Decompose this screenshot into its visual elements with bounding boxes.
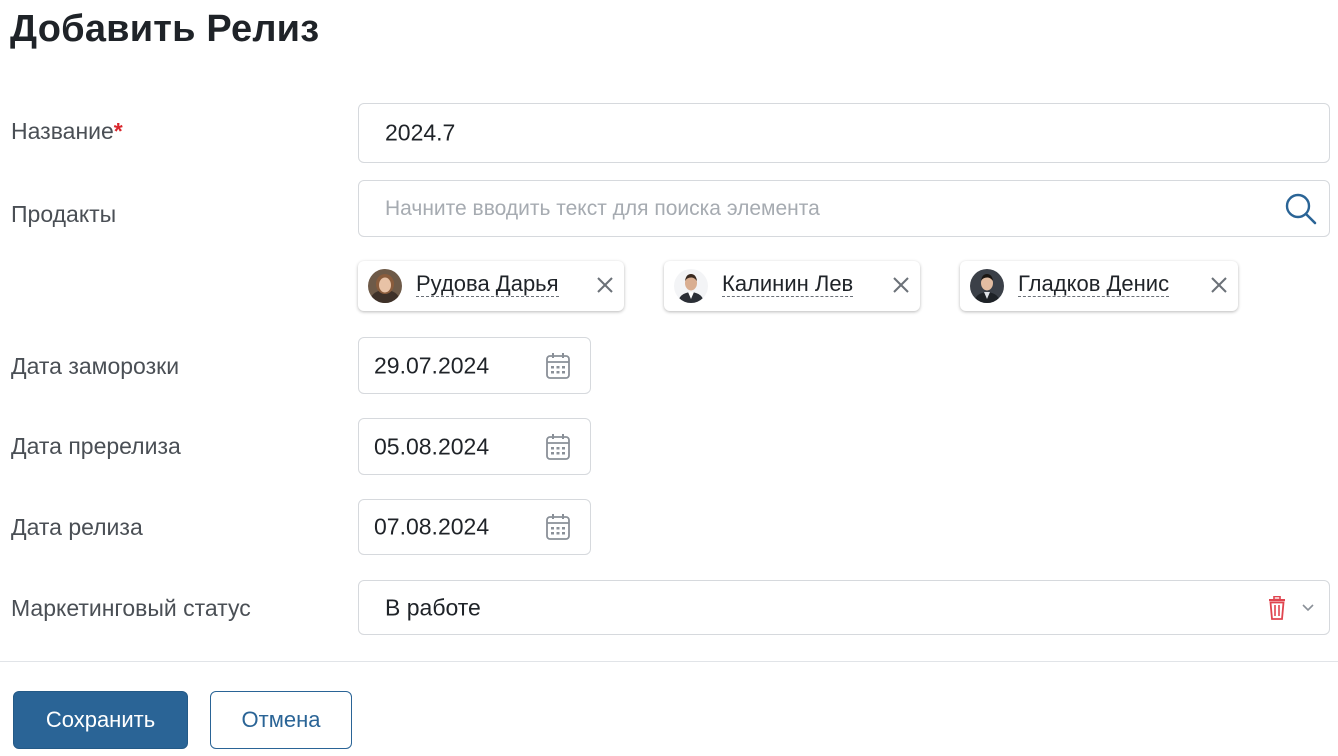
prerelease-date-value: 05.08.2024 [374,433,490,459]
products-label: Продакты [11,201,117,227]
search-icon[interactable] [1283,191,1319,227]
calendar-icon[interactable] [545,513,571,541]
save-button[interactable]: Сохранить [13,691,188,749]
products-search-placeholder: Начните вводить текст для поиска элемент… [385,196,820,220]
product-chip-name[interactable]: Калинин Лев [722,272,854,297]
product-chip-gladkov[interactable]: Гладков Денис [960,261,1238,311]
release-date-value: 07.08.2024 [374,513,490,540]
marketing-status-label: Маркетинговый статус [11,595,251,621]
marketing-status-value: В работе [385,594,481,620]
product-chip-name[interactable]: Гладков Денис [1018,272,1170,297]
products-search-input[interactable]: Начните вводить текст для поиска элемент… [358,180,1330,237]
page-title: Добавить Релиз [10,8,320,50]
trash-icon[interactable] [1267,595,1287,620]
marketing-status-select[interactable]: В работе [358,580,1330,635]
avatar [674,269,708,303]
name-label-text: Название [11,118,114,144]
name-input-value: 2024.7 [385,119,456,146]
product-chip-rudova[interactable]: Рудова Дарья [358,261,624,311]
close-icon[interactable] [594,274,616,296]
chevron-down-icon[interactable] [1301,603,1315,613]
calendar-icon[interactable] [545,352,571,380]
avatar [970,269,1004,303]
required-mark: * [113,118,123,144]
avatar [368,269,402,303]
release-date-label: Дата релиза [11,514,143,540]
close-icon[interactable] [890,274,912,296]
footer-divider [0,661,1338,662]
prerelease-date-label: Дата пререлиза [11,433,181,459]
freeze-date-input[interactable]: 29.07.2024 [358,337,591,394]
calendar-icon[interactable] [545,433,571,461]
product-chip-kalinin[interactable]: Калинин Лев [664,261,920,311]
name-input[interactable]: 2024.7 [358,103,1330,163]
cancel-button[interactable]: Отмена [210,691,352,749]
product-chip-name[interactable]: Рудова Дарья [416,272,559,297]
name-label: Название* [11,118,123,145]
release-date-input[interactable]: 07.08.2024 [358,499,591,555]
freeze-date-value: 29.07.2024 [374,352,490,378]
close-icon[interactable] [1208,274,1230,296]
freeze-date-label: Дата заморозки [11,353,180,379]
prerelease-date-input[interactable]: 05.08.2024 [358,418,591,475]
